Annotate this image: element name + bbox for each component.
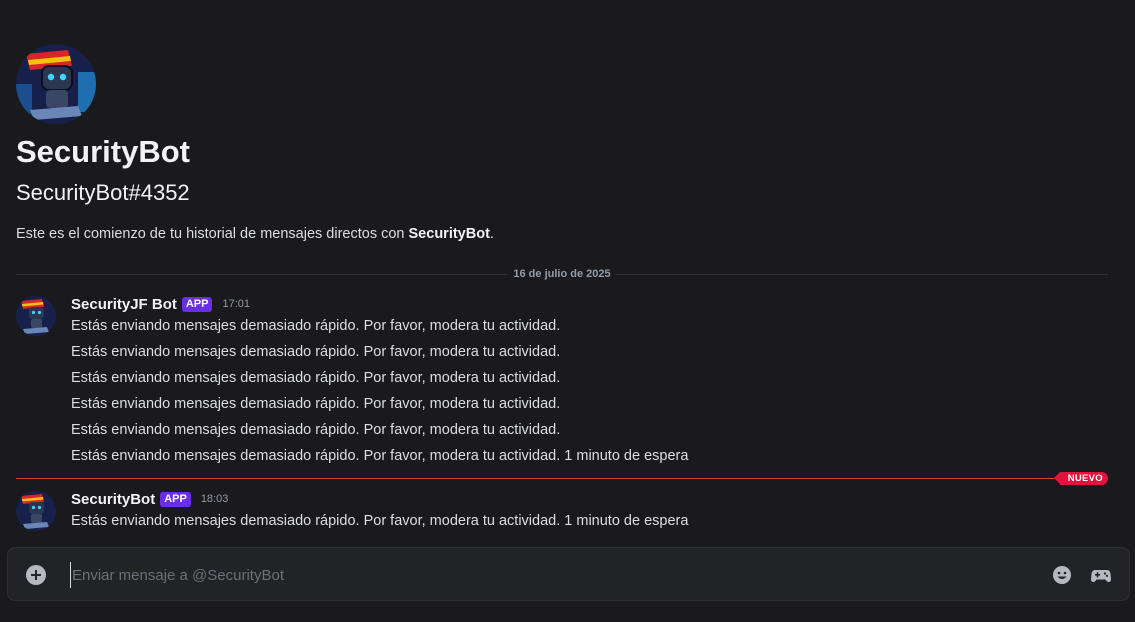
new-messages-badge: NUEVO [1053, 472, 1108, 485]
message-line: Estás enviando mensajes demasiado rápido… [71, 448, 689, 464]
message-group: SecurityBot APP 18:03 Estás enviando men… [16, 489, 1116, 539]
dm-channel: SecurityBot SecurityBot#4352 Este es el … [0, 0, 1135, 622]
intro-username-tag: SecurityBot#4352 [16, 180, 190, 205]
message-group: SecurityJF Bot APP 17:01 Estás enviando … [16, 294, 1116, 464]
intro-description: Este es el comienzo de tu historial de m… [16, 224, 1108, 244]
message-line: Estás enviando mensajes demasiado rápido… [71, 422, 561, 438]
message-line: Estás enviando mensajes demasiado rápido… [71, 344, 561, 360]
message-header: SecurityBot APP 18:03 [71, 489, 228, 509]
message-author[interactable]: SecurityBot [71, 491, 155, 508]
message-composer [7, 547, 1130, 601]
new-divider-line [16, 478, 1078, 479]
robot-avatar-image [16, 44, 96, 124]
avatar[interactable] [16, 491, 56, 531]
message-header: SecurityJF Bot APP 17:01 [71, 294, 250, 314]
message-body: Estás enviando mensajes demasiado rápido… [71, 316, 688, 472]
avatar[interactable] [16, 296, 56, 336]
robot-avatar-image [16, 491, 56, 531]
message-timestamp: 18:03 [200, 493, 229, 505]
message-body: Estás enviando mensajes demasiado rápido… [71, 511, 688, 537]
message-line: Estás enviando mensajes demasiado rápido… [71, 513, 689, 529]
plus-circle-icon[interactable] [26, 565, 46, 585]
app-badge: APP [160, 491, 191, 507]
message-input[interactable] [70, 562, 970, 588]
date-divider-label: 16 de julio de 2025 [507, 266, 617, 282]
gamepad-icon[interactable] [1090, 564, 1112, 586]
bot-avatar-large[interactable] [16, 44, 96, 124]
message-timestamp: 17:01 [222, 298, 251, 310]
intro-display-name: SecurityBot [16, 134, 190, 169]
dm-intro: SecurityBot SecurityBot#4352 Este es el … [16, 44, 1108, 244]
intro-desc-suffix: . [489, 226, 494, 242]
intro-desc-text: Este es el comienzo de tu historial de m… [16, 226, 409, 242]
message-line: Estás enviando mensajes demasiado rápido… [71, 370, 561, 386]
emoji-icon[interactable] [1051, 564, 1073, 586]
date-divider: 16 de julio de 2025 [16, 266, 1108, 282]
message-line: Estás enviando mensajes demasiado rápido… [71, 318, 561, 334]
message-line: Estás enviando mensajes demasiado rápido… [71, 396, 561, 412]
robot-avatar-image [16, 296, 56, 336]
intro-desc-bot-name: SecurityBot [408, 226, 490, 242]
message-author[interactable]: SecurityJF Bot [71, 296, 177, 313]
app-badge: APP [181, 296, 213, 312]
new-messages-divider: NUEVO [16, 471, 1108, 485]
